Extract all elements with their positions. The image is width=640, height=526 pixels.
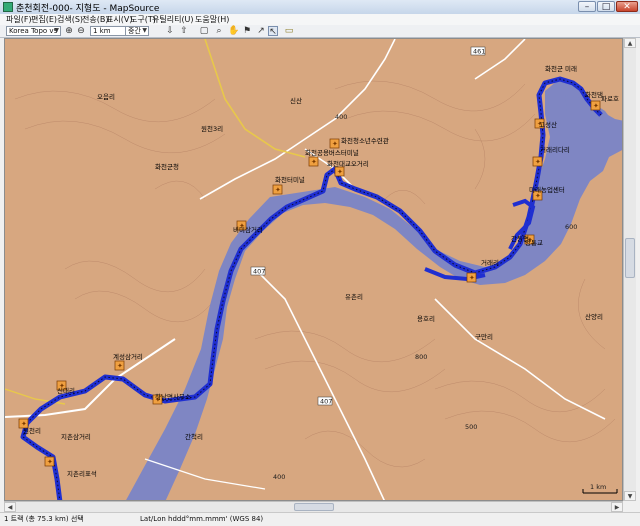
waypoint-icon[interactable]: ✦ <box>590 100 601 111</box>
place-label: 지촌리표석 <box>67 469 97 478</box>
road-shield-label: 407 <box>253 268 265 276</box>
svg-text:✦: ✦ <box>117 362 123 370</box>
place-label: 파로호 <box>601 94 619 103</box>
place-label: 신대리 <box>57 386 75 395</box>
elevation-label: 600 <box>565 223 577 231</box>
place-label: 거래리다리 <box>540 145 570 154</box>
menu-help[interactable]: 도움말(H) <box>195 14 229 25</box>
waypoint-icon[interactable]: ✦ <box>466 272 477 283</box>
place-label: 신산 <box>290 96 302 105</box>
measure-tool-icon[interactable]: ▭ <box>284 26 294 36</box>
place-label: 화천공용버스터미널 <box>305 148 359 157</box>
place-label: 화천청소년수련관 <box>341 136 389 145</box>
selection-tool-icon[interactable]: ↖ <box>268 26 278 37</box>
place-label: 유촌리 <box>345 292 363 301</box>
scroll-down-icon[interactable]: ▼ <box>624 491 636 501</box>
menu-view[interactable]: 표시(V) <box>106 14 132 25</box>
svg-text:✦: ✦ <box>535 158 541 166</box>
receive-from-device-icon[interactable]: ⇩ <box>165 26 175 36</box>
place-label: 오음리 <box>97 92 115 101</box>
scale-value: 1 km <box>93 27 111 35</box>
detail-select[interactable]: 중간 ▼ <box>125 26 149 36</box>
waypoint-icon[interactable]: ✦ <box>44 456 55 467</box>
toolbar: Korea Topo v9 ▼ ⊕ ⊖ 1 km ▼ 중간 ▼ ⇩ ⇧ ▢ ⌕ … <box>0 25 640 38</box>
place-label: 화천터미널 <box>275 175 305 184</box>
place-label: 산양리 <box>585 312 603 321</box>
place-label: 원천3리 <box>201 124 223 133</box>
chevron-down-icon: ▼ <box>54 27 59 34</box>
road-shield-label: 461 <box>473 48 485 56</box>
place-label: 구만리 <box>475 332 493 341</box>
place-label: 계성삼거리 <box>113 352 143 361</box>
elevation-label: 400 <box>273 473 285 481</box>
svg-text:✦: ✦ <box>469 274 475 282</box>
waypoint-tool-icon[interactable]: ⚑ <box>242 26 252 36</box>
place-label: 미래농업센터 <box>529 185 565 194</box>
svg-text:✦: ✦ <box>332 140 338 148</box>
status-bar: 1 트랙 (총 75.3 km) 선택 Lat/Lon hddd°mm.mmm'… <box>0 512 640 526</box>
place-label: 비미삼거리 <box>233 225 263 234</box>
zoom-in-icon[interactable]: ⊕ <box>64 26 74 36</box>
zoom-out-icon[interactable]: ⊖ <box>76 26 86 36</box>
horizontal-scroll-thumb[interactable] <box>294 503 334 511</box>
zoom-tool-icon[interactable]: ⌕ <box>214 26 224 36</box>
map-tool-icon[interactable]: ▢ <box>199 26 209 36</box>
vertical-scroll-thumb[interactable] <box>625 238 635 278</box>
title-bar: 춘천회전-000- 지형도 - MapSource – □ ✕ <box>0 0 640 15</box>
horizontal-scrollbar[interactable]: ◀ ▶ <box>4 501 623 512</box>
map-product-value: Korea Topo v9 <box>9 27 58 35</box>
place-label: 거래리 <box>481 258 499 267</box>
menu-utilities[interactable]: 유틸리티(U) <box>152 14 194 25</box>
elevation-label: 500 <box>465 423 477 431</box>
place-label: 하남면사무소 <box>155 392 191 401</box>
elevation-label: 400 <box>335 113 347 121</box>
waypoint-icon[interactable]: ✦ <box>532 156 543 167</box>
waypoint-icon[interactable]: ✦ <box>272 184 283 195</box>
map-view[interactable]: ✦ ✦ ✦ ✦ ✦ ✦ ✦ ✦ ✦ ✦ ✦ ✦ ✦ ✦ ✦ ✦ 461 407 … <box>4 38 623 501</box>
place-label: 간척리 <box>185 432 203 441</box>
place-label: 화천대교오거리 <box>327 159 369 168</box>
vertical-scrollbar[interactable]: ▲ ▼ <box>623 38 636 501</box>
scale-bar-label: 1 km <box>590 483 606 491</box>
place-label: 양통교 <box>525 239 543 247</box>
road-shield-label: 407 <box>320 398 332 406</box>
place-label: 화천군 미래 <box>545 64 577 73</box>
waypoint-icon[interactable]: ✦ <box>308 156 319 167</box>
menu-search[interactable]: 검색(S) <box>57 14 83 25</box>
send-to-device-icon[interactable]: ⇧ <box>179 26 189 36</box>
scroll-up-icon[interactable]: ▲ <box>624 38 636 48</box>
detail-value: 중간 <box>128 27 141 35</box>
place-label: 화천군청 <box>155 162 179 171</box>
svg-text:✦: ✦ <box>311 158 317 166</box>
elevation-label: 800 <box>415 353 427 361</box>
app-icon <box>3 2 13 12</box>
hand-tool-icon[interactable]: ✋ <box>228 26 239 36</box>
place-label: 지촌삼거리 <box>61 432 91 441</box>
scroll-right-icon[interactable]: ▶ <box>611 502 623 512</box>
svg-text:✦: ✦ <box>47 458 53 466</box>
waypoint-icon[interactable]: ✦ <box>114 360 125 371</box>
scroll-left-icon[interactable]: ◀ <box>4 502 16 512</box>
status-track: 1 트랙 (총 75.3 km) 선택 <box>4 515 84 523</box>
menu-file[interactable]: 파일(F) <box>6 14 32 25</box>
menu-edit[interactable]: 편집(E) <box>31 14 57 25</box>
maximize-button[interactable]: □ <box>597 1 615 12</box>
route-tool-icon[interactable]: ↗ <box>256 26 266 36</box>
place-label: 고성산 <box>539 120 557 129</box>
svg-text:✦: ✦ <box>275 186 281 194</box>
close-button[interactable]: ✕ <box>616 1 638 12</box>
waypoint-icon[interactable]: ✦ <box>334 166 345 177</box>
chevron-down-icon: ▼ <box>142 27 147 34</box>
map-product-select[interactable]: Korea Topo v9 ▼ <box>6 26 61 36</box>
svg-text:✦: ✦ <box>337 168 343 176</box>
status-coord-format: Lat/Lon hddd°mm.mmm' (WGS 84) <box>140 515 264 523</box>
svg-text:✦: ✦ <box>593 102 599 110</box>
waypoint-icon[interactable]: ✦ <box>329 138 340 149</box>
place-label: 용호리 <box>417 314 435 323</box>
window-title: 춘천회전-000- 지형도 - MapSource <box>16 4 160 14</box>
menu-transfer[interactable]: 전송(B) <box>82 14 108 25</box>
place-label: 원천리 <box>23 426 41 435</box>
topo-map[interactable]: ✦ ✦ ✦ ✦ ✦ ✦ ✦ ✦ ✦ ✦ ✦ ✦ ✦ ✦ ✦ ✦ 461 407 … <box>5 39 623 501</box>
minimize-button[interactable]: – <box>578 1 596 12</box>
